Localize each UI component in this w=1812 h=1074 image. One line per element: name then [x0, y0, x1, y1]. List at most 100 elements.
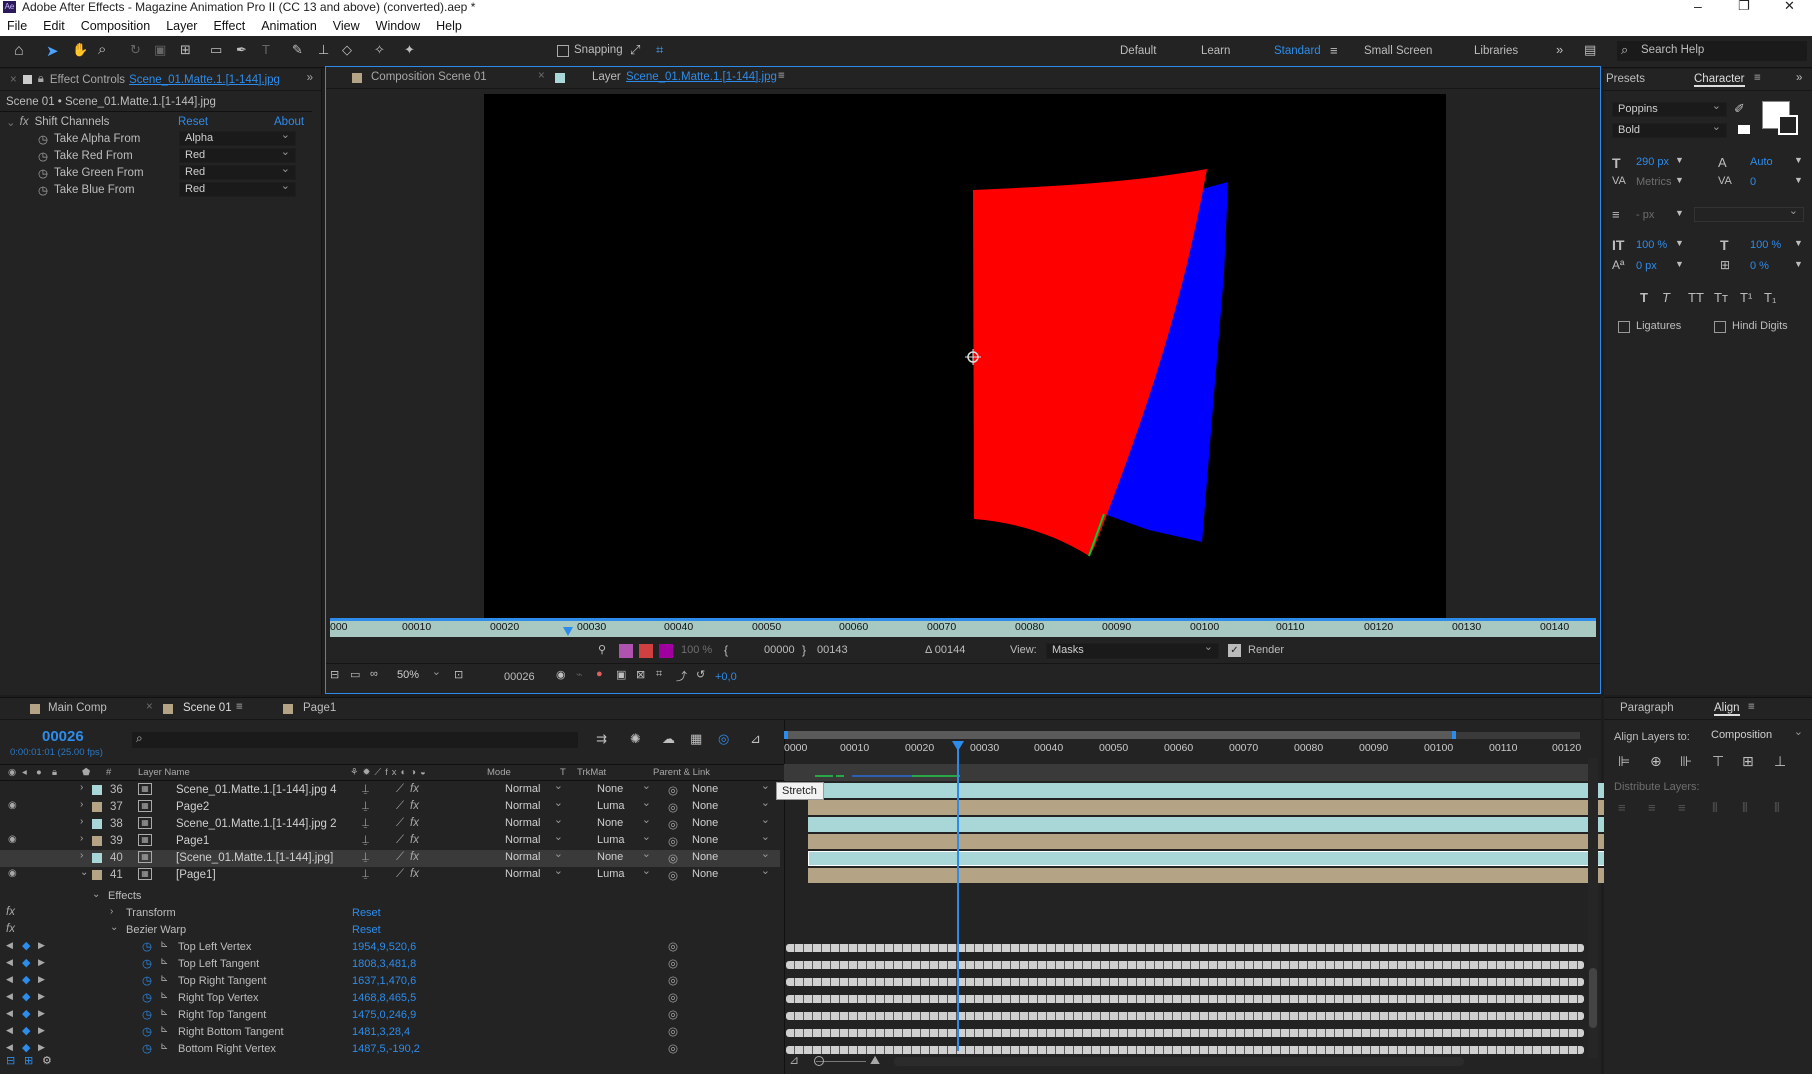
- shy-switch-icon[interactable]: ⍊: [362, 783, 369, 796]
- menu-window[interactable]: Window: [376, 19, 420, 33]
- paragraph-tab[interactable]: Paragraph: [1620, 702, 1674, 714]
- stroke-color-swatch[interactable]: [1778, 115, 1798, 135]
- blend-mode-dropdown[interactable]: Normal: [500, 831, 568, 849]
- fx-icon[interactable]: fx: [6, 906, 15, 918]
- distribute-right-icon[interactable]: ⦀: [1774, 800, 1780, 816]
- home-icon[interactable]: ⌂: [14, 42, 24, 60]
- ligatures-checkbox[interactable]: [1618, 321, 1630, 333]
- in-point-value[interactable]: 00000: [764, 644, 795, 656]
- render-mode-icon[interactable]: [619, 644, 633, 658]
- align-right-icon[interactable]: ⊪: [1680, 753, 1692, 770]
- color-swatch-icon[interactable]: [659, 644, 673, 658]
- tracking-value[interactable]: 0: [1750, 176, 1756, 188]
- fx-switch-icon[interactable]: fx: [410, 817, 419, 829]
- pickwhip-icon[interactable]: ◎: [668, 817, 678, 831]
- track-matte-dropdown[interactable]: None: [592, 848, 656, 866]
- parent-dropdown[interactable]: None: [687, 814, 775, 832]
- layer-duration-bar[interactable]: [808, 868, 1614, 883]
- label-color-swatch[interactable]: [92, 802, 102, 812]
- pickwhip-icon[interactable]: ◎: [668, 800, 678, 814]
- eraser-tool-icon[interactable]: ◇: [342, 42, 352, 58]
- in-point-icon[interactable]: {: [724, 643, 728, 657]
- shy-switch-icon[interactable]: ⍊: [362, 851, 369, 864]
- out-point-icon[interactable]: }: [802, 643, 806, 657]
- stroke-style-dropdown[interactable]: [1694, 205, 1804, 222]
- menu-view[interactable]: View: [333, 19, 360, 33]
- graph-icon[interactable]: ⊾: [160, 1041, 168, 1052]
- expand-icon[interactable]: ›: [80, 850, 83, 861]
- keyframe-strip[interactable]: [786, 1012, 1584, 1020]
- onion-skin-icon[interactable]: ⚲: [598, 643, 606, 656]
- workspace-standard[interactable]: Standard: [1274, 45, 1321, 57]
- fx-switch-icon[interactable]: fx: [410, 783, 419, 795]
- warp-property-row[interactable]: ◀ ◆ ▶ ◷ ⊾ Top Left Vertex 1954,9,520,6 ◎: [0, 939, 1584, 956]
- layer-row[interactable]: › 40 ▦ [Scene_01.Matte.1.[1-144].jpg] ⍊ …: [0, 848, 780, 867]
- dropdown-icon[interactable]: ▼: [1794, 259, 1803, 269]
- label-color-swatch[interactable]: [92, 836, 102, 846]
- layer-row[interactable]: ◉ › 37 ▦ Page2 ⍊ ⟋ fx Normal Luma ◎ None: [0, 797, 780, 816]
- subscript-button[interactable]: T₁: [1764, 290, 1776, 305]
- shy-layers-icon[interactable]: ☁: [662, 731, 675, 747]
- next-keyframe-icon[interactable]: ▶: [38, 957, 45, 968]
- workspace-menu-icon[interactable]: ≡: [1330, 43, 1338, 58]
- show-snapshot-icon[interactable]: ⌁: [576, 668, 583, 681]
- collapse-icon[interactable]: ⌄: [92, 889, 100, 900]
- workspace-libraries[interactable]: Libraries: [1474, 45, 1518, 57]
- keyframe-strip[interactable]: [786, 978, 1584, 986]
- blend-mode-dropdown[interactable]: Normal: [500, 848, 568, 866]
- quality-switch-icon[interactable]: ⟋: [396, 800, 404, 813]
- panel-menu-icon[interactable]: ≡: [778, 70, 785, 82]
- blend-mode-dropdown[interactable]: Normal: [500, 814, 568, 832]
- effect-about-link[interactable]: About: [274, 116, 304, 128]
- blend-mode-dropdown[interactable]: Normal: [500, 780, 568, 798]
- keyframe-icon[interactable]: ◆: [22, 973, 30, 986]
- property-value[interactable]: 1481,3,28,4: [352, 1026, 410, 1038]
- leading-value[interactable]: Auto: [1750, 156, 1773, 168]
- label-color-swatch[interactable]: [92, 853, 102, 863]
- label-color-swatch[interactable]: [92, 870, 102, 880]
- layer-row[interactable]: › 36 ▦ Scene_01.Matte.1.[1-144].jpg 4 ⍊ …: [0, 780, 780, 799]
- blend-mode-dropdown[interactable]: Normal: [500, 865, 568, 883]
- solo-icon[interactable]: ●: [36, 767, 42, 778]
- panel-more-icon[interactable]: »: [307, 72, 313, 84]
- tab-page1[interactable]: Page1: [303, 702, 336, 714]
- keyframe-strip[interactable]: [786, 1029, 1584, 1037]
- layer-row[interactable]: ◉ ⌄ 41 ▦ [Page1] ⍊ ⟋ fx Normal Luma ◎ No…: [0, 865, 780, 884]
- panel-menu-icon[interactable]: ≡: [1748, 701, 1755, 713]
- graph-icon[interactable]: ⊾: [160, 1007, 168, 1018]
- expand-icon[interactable]: ›: [80, 782, 83, 793]
- pickwhip-icon[interactable]: ◎: [668, 834, 678, 848]
- eye-icon[interactable]: ◉: [8, 834, 17, 845]
- warp-property-row[interactable]: ◀ ◆ ▶ ◷ ⊾ Right Top Vertex 1468,8,465,5 …: [0, 990, 1584, 1007]
- flowchart-icon[interactable]: ⤴: [676, 668, 687, 684]
- viewer-canvas[interactable]: [484, 94, 1446, 618]
- stopwatch-icon[interactable]: ◷: [38, 166, 48, 180]
- pickwhip-icon[interactable]: ◎: [668, 990, 678, 1004]
- layer-name[interactable]: Page2: [176, 801, 209, 813]
- tab-scene-01[interactable]: Scene 01: [183, 702, 232, 714]
- expand-icon[interactable]: ›: [80, 833, 83, 844]
- track-matte-dropdown[interactable]: None: [592, 780, 656, 798]
- effect-controls-tab[interactable]: Effect Controls: [50, 74, 125, 86]
- baseline-shift-value[interactable]: 0 px: [1636, 260, 1657, 272]
- prev-keyframe-icon[interactable]: ◀: [6, 974, 13, 985]
- align-vcenter-icon[interactable]: ⊞: [1742, 753, 1754, 770]
- character-tab[interactable]: Character: [1694, 73, 1745, 87]
- close-tab-icon[interactable]: ×: [538, 70, 545, 82]
- quality-switch-icon[interactable]: ⟋: [396, 868, 404, 881]
- property-value[interactable]: 1468,8,465,5: [352, 992, 416, 1004]
- preview-icon[interactable]: ⊟: [330, 668, 339, 681]
- reset-exposure-icon[interactable]: ↺: [696, 668, 705, 681]
- property-value[interactable]: 1637,1,470,6: [352, 975, 416, 987]
- selection-tool-icon[interactable]: ➤: [46, 42, 59, 60]
- safe-margins-icon[interactable]: ⊡: [454, 668, 463, 681]
- zoom-dropdown[interactable]: 50%: [392, 666, 446, 684]
- stopwatch-icon[interactable]: ◷: [142, 1007, 152, 1021]
- menu-file[interactable]: File: [7, 19, 27, 33]
- scrollbar-thumb[interactable]: [1589, 968, 1597, 1028]
- dropdown-icon[interactable]: ▼: [1794, 175, 1803, 185]
- effect-controls-layer-link[interactable]: Scene_01.Matte.1.[1-144].jpg: [129, 74, 280, 86]
- tab-main-comp[interactable]: Main Comp: [48, 702, 107, 714]
- layer-duration-bar[interactable]: [808, 800, 1614, 815]
- stopwatch-icon[interactable]: ◷: [142, 956, 152, 970]
